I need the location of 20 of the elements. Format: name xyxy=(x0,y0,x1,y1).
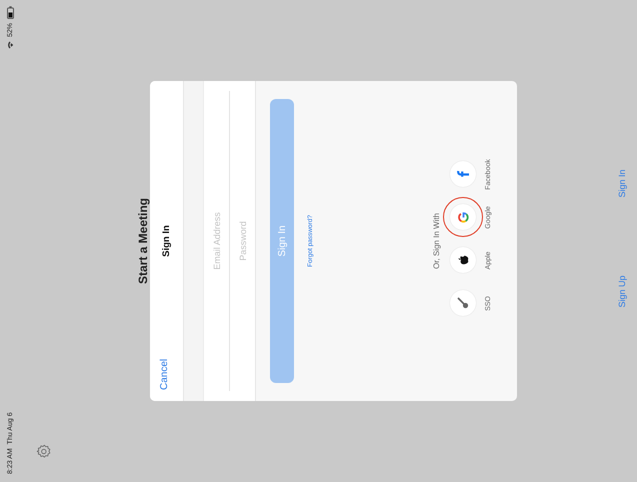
wifi-icon xyxy=(6,41,14,50)
apple-sign-in-button[interactable] xyxy=(450,248,476,274)
battery-icon xyxy=(6,6,14,19)
google-icon xyxy=(458,212,468,223)
dialog-heading: Sign In xyxy=(161,225,172,257)
input-field[interactable]: Password xyxy=(230,81,255,401)
facebook-icon xyxy=(457,170,469,178)
google-sign-in-button[interactable] xyxy=(450,204,476,230)
cancel-button[interactable]: Cancel xyxy=(159,358,170,390)
alt-sign-in-heading: Or, Sign In With xyxy=(432,212,441,270)
input-field[interactable]: Email Address xyxy=(204,81,229,401)
apple-icon xyxy=(458,256,468,266)
page-title: Start a Meeting xyxy=(136,197,150,286)
sso-sign-in-button[interactable] xyxy=(450,290,476,316)
bottom-link[interactable]: Sign In xyxy=(617,169,627,198)
facebook-sign-in-button[interactable] xyxy=(450,162,476,188)
key-icon xyxy=(457,298,469,310)
sign-in-button[interactable]: Sign In xyxy=(270,99,294,383)
settings-icon[interactable] xyxy=(36,444,51,459)
bottom-link[interactable]: Sign Up xyxy=(617,276,627,308)
